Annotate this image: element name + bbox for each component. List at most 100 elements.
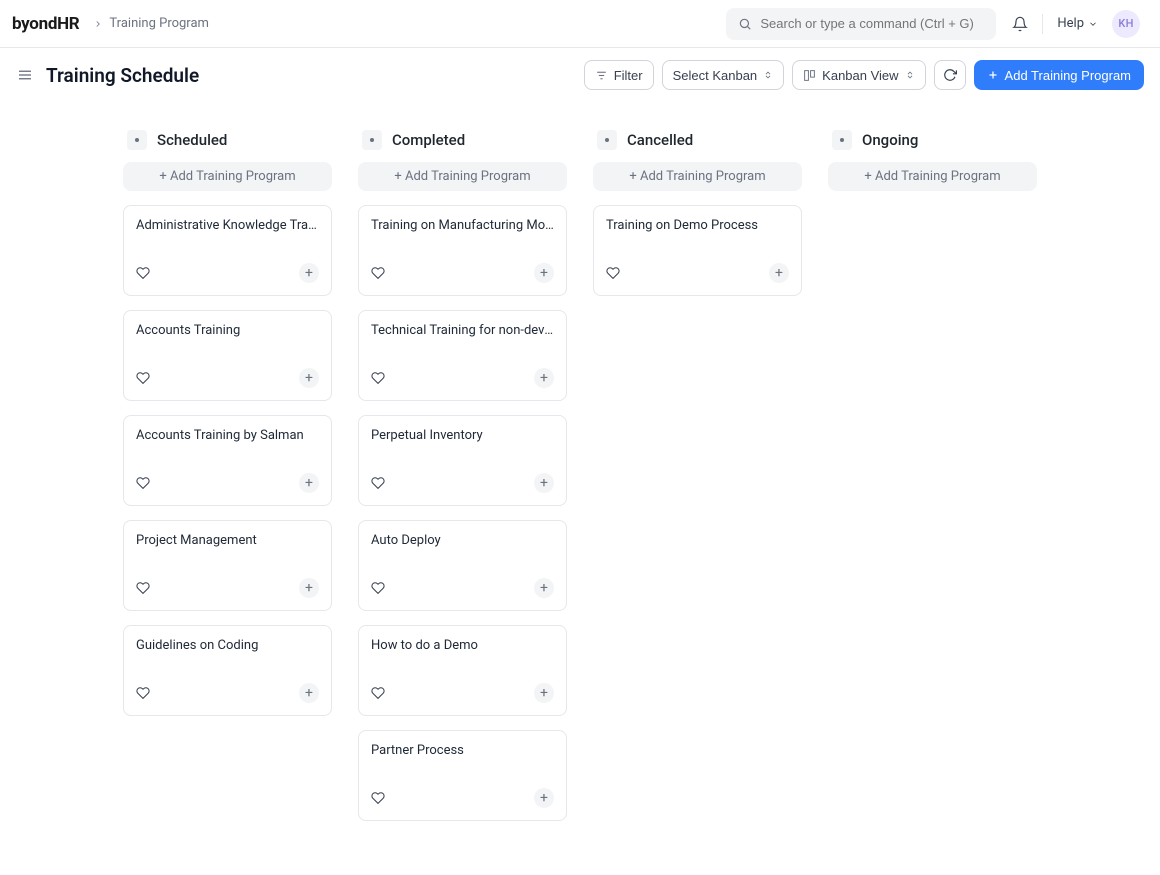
heart-icon[interactable] xyxy=(136,266,150,280)
add-training-program-row[interactable]: + Add Training Program xyxy=(828,162,1037,191)
kanban-column: Completed + Add Training Program Training … xyxy=(358,118,567,835)
refresh-button[interactable] xyxy=(934,60,966,90)
breadcrumb: Training Program xyxy=(87,16,209,31)
kanban-card[interactable]: Training on Manufacturing Module + xyxy=(358,205,567,296)
heart-icon[interactable] xyxy=(136,371,150,385)
add-button-label: Add Training Program xyxy=(1005,68,1131,83)
topbar: byondHR Training Program Help KH xyxy=(0,0,1160,48)
plus-icon[interactable]: + xyxy=(299,473,319,493)
plus-icon[interactable]: + xyxy=(299,578,319,598)
column-title: Scheduled xyxy=(157,131,227,149)
plus-icon[interactable]: + xyxy=(534,368,554,388)
card-title: Administrative Knowledge Training xyxy=(136,218,319,233)
card-footer: + xyxy=(136,263,319,283)
kanban-card[interactable]: Auto Deploy+ xyxy=(358,520,567,611)
logo-text-a: byond xyxy=(12,14,57,34)
filter-icon xyxy=(595,69,608,82)
menu-icon[interactable] xyxy=(16,66,34,84)
add-training-program-button[interactable]: Add Training Program xyxy=(974,60,1144,90)
filter-button[interactable]: Filter xyxy=(584,60,654,90)
select-kanban-button[interactable]: Select Kanban xyxy=(662,60,785,90)
heart-icon[interactable] xyxy=(371,371,385,385)
heart-icon[interactable] xyxy=(371,266,385,280)
kanban-board: Scheduled + Add Training Program Administr… xyxy=(123,102,1037,875)
kanban-card[interactable]: Perpetual Inventory+ xyxy=(358,415,567,506)
plus-icon[interactable]: + xyxy=(534,578,554,598)
plus-icon[interactable]: + xyxy=(534,263,554,283)
kanban-card[interactable]: Project Management + xyxy=(123,520,332,611)
topbar-right: Help KH xyxy=(1012,10,1140,38)
kanban-card[interactable]: Administrative Knowledge Training + xyxy=(123,205,332,296)
sort-icon xyxy=(905,69,915,81)
heart-icon[interactable] xyxy=(371,791,385,805)
refresh-icon xyxy=(943,68,957,82)
column-status-icon xyxy=(832,130,852,150)
card-footer: + xyxy=(371,788,554,808)
column-title: Ongoing xyxy=(862,131,918,149)
kanban-card[interactable]: How to do a Demo + xyxy=(358,625,567,716)
kanban-column: Cancelled + Add Training Program Training … xyxy=(593,118,802,835)
column-title: Completed xyxy=(392,131,465,149)
page-title: Training Schedule xyxy=(46,64,199,87)
heart-icon[interactable] xyxy=(371,581,385,595)
column-header: Cancelled xyxy=(593,118,802,162)
avatar[interactable]: KH xyxy=(1112,10,1140,38)
add-training-program-row[interactable]: + Add Training Program xyxy=(123,162,332,191)
plus-icon[interactable]: + xyxy=(299,683,319,703)
kanban-card[interactable]: Accounts Training by Salman + xyxy=(123,415,332,506)
chevron-right-icon xyxy=(93,19,103,29)
filter-label: Filter xyxy=(614,68,643,83)
heart-icon[interactable] xyxy=(371,476,385,490)
heart-icon[interactable] xyxy=(606,266,620,280)
card-footer: + xyxy=(136,578,319,598)
chevron-down-icon xyxy=(1088,19,1098,29)
card-footer: + xyxy=(371,368,554,388)
plus-icon[interactable]: + xyxy=(299,263,319,283)
breadcrumb-item[interactable]: Training Program xyxy=(109,16,209,31)
sort-icon xyxy=(763,69,773,81)
card-title: Training on Demo Process xyxy=(606,218,789,233)
card-title: Guidelines on Coding xyxy=(136,638,319,653)
bell-icon[interactable] xyxy=(1012,16,1028,32)
kanban-view-button[interactable]: Kanban View xyxy=(792,60,925,90)
plus-icon[interactable]: + xyxy=(769,263,789,283)
column-title: Cancelled xyxy=(627,131,693,149)
kanban-card[interactable]: Technical Training for non-developers+ xyxy=(358,310,567,401)
help-label: Help xyxy=(1057,16,1084,31)
kanban-card[interactable]: Guidelines on Coding + xyxy=(123,625,332,716)
card-footer: + xyxy=(136,473,319,493)
plus-icon[interactable]: + xyxy=(299,368,319,388)
search-input-wrapper[interactable] xyxy=(726,8,996,40)
search-input[interactable] xyxy=(760,16,984,31)
kanban-card[interactable]: Training on Demo Process + xyxy=(593,205,802,296)
column-header: Ongoing xyxy=(828,118,1037,162)
divider xyxy=(1042,14,1043,34)
card-footer: + xyxy=(371,578,554,598)
subheader: Training Schedule Filter Select Kanban K… xyxy=(0,48,1160,102)
card-footer: + xyxy=(136,683,319,703)
add-training-program-row[interactable]: + Add Training Program xyxy=(358,162,567,191)
plus-icon[interactable]: + xyxy=(534,683,554,703)
kanban-card[interactable]: Accounts Training + xyxy=(123,310,332,401)
card-footer: + xyxy=(371,683,554,703)
card-title: How to do a Demo xyxy=(371,638,554,653)
search-icon xyxy=(738,17,752,31)
card-title: Accounts Training xyxy=(136,323,319,338)
card-title: Accounts Training by Salman xyxy=(136,428,319,443)
plus-icon[interactable]: + xyxy=(534,473,554,493)
column-status-icon xyxy=(362,130,382,150)
card-title: Training on Manufacturing Module xyxy=(371,218,554,233)
plus-icon[interactable]: + xyxy=(534,788,554,808)
help-dropdown[interactable]: Help xyxy=(1057,16,1098,31)
heart-icon[interactable] xyxy=(136,476,150,490)
heart-icon[interactable] xyxy=(371,686,385,700)
add-training-program-row[interactable]: + Add Training Program xyxy=(593,162,802,191)
card-footer: + xyxy=(371,263,554,283)
kanban-card[interactable]: Partner Process+ xyxy=(358,730,567,821)
heart-icon[interactable] xyxy=(136,686,150,700)
subheader-actions: Filter Select Kanban Kanban View Add Tra… xyxy=(584,60,1144,90)
logo-text-b: HR xyxy=(57,14,79,34)
app-logo[interactable]: byondHR xyxy=(12,14,79,34)
heart-icon[interactable] xyxy=(136,581,150,595)
card-title: Project Management xyxy=(136,533,319,548)
